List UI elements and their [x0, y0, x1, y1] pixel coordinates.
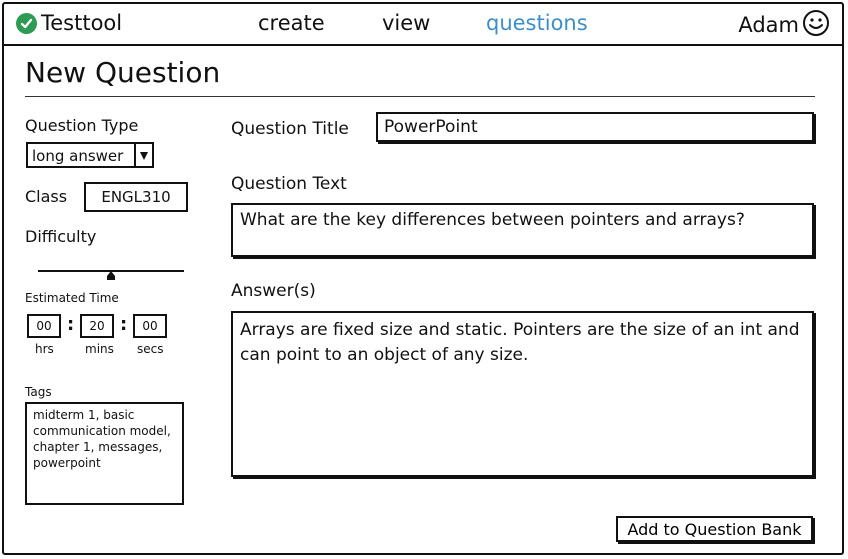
page-title: New Question: [25, 56, 221, 89]
minutes-unit: mins: [85, 342, 114, 356]
tags-label: Tags: [25, 385, 52, 399]
time-separator: :: [67, 314, 75, 335]
difficulty-slider-thumb[interactable]: [107, 265, 115, 280]
check-circle-icon: [16, 12, 37, 34]
question-type-label: Question Type: [25, 116, 139, 135]
title-divider: [25, 96, 815, 97]
user-name: Adam: [738, 13, 799, 37]
add-to-question-bank-button[interactable]: Add to Question Bank: [616, 516, 813, 542]
top-navbar: Testtool create view questions Adam: [2, 2, 844, 46]
nav-create[interactable]: create: [258, 11, 325, 35]
nav-questions[interactable]: questions: [486, 11, 588, 35]
question-text-label: Question Text: [231, 174, 347, 194]
minutes-input[interactable]: 20: [80, 314, 114, 338]
smiley-icon: [802, 9, 830, 41]
chevron-down-icon[interactable]: [134, 144, 152, 166]
app-logo[interactable]: Testtool: [16, 11, 122, 35]
question-title-label: Question Title: [231, 119, 349, 139]
hours-input[interactable]: 00: [27, 314, 61, 338]
estimated-time-label: Estimated Time: [25, 291, 119, 305]
seconds-unit: secs: [137, 342, 164, 356]
question-text-textarea[interactable]: What are the key differences between poi…: [231, 203, 814, 257]
seconds-input[interactable]: 00: [133, 314, 167, 338]
app-name: Testtool: [41, 11, 123, 35]
hours-unit: hrs: [35, 342, 54, 356]
difficulty-label: Difficulty: [25, 227, 97, 246]
question-type-select[interactable]: long answer: [26, 142, 154, 168]
answers-textarea[interactable]: Arrays are fixed size and static. Pointe…: [231, 311, 814, 477]
user-menu[interactable]: Adam: [738, 9, 830, 41]
time-separator: :: [120, 314, 128, 335]
class-field[interactable]: ENGL310: [84, 182, 188, 212]
tags-textarea[interactable]: midterm 1, basic communication model, ch…: [25, 402, 184, 505]
nav-view[interactable]: view: [382, 11, 430, 35]
question-type-value: long answer: [32, 147, 124, 165]
class-label: Class: [25, 187, 68, 206]
question-title-input[interactable]: PowerPoint: [376, 112, 814, 142]
answers-label: Answer(s): [231, 281, 316, 301]
